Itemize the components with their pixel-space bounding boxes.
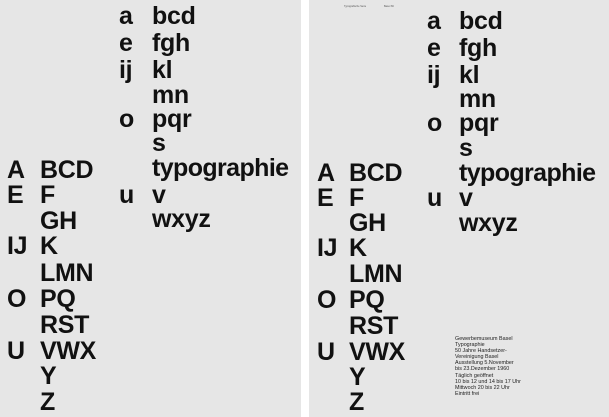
lower-vowel: a [119,2,133,30]
upper-consonants: K [349,234,367,262]
upper-consonants: VWX [40,337,97,365]
upper-vowel: A [7,156,25,184]
poster-left: a e ij o u bcd fgh kl mn pqr s typograph… [0,0,301,417]
lower-consonants: kl [152,56,173,84]
poster-header-text: Basel 66 [384,5,394,8]
upper-consonants: RST [349,312,399,340]
lower-vowel: o [427,109,442,137]
upper-consonants: LMN [40,259,94,287]
upper-vowel: IJ [7,232,28,260]
upper-consonants: BCD [349,159,403,187]
upper-vowel: A [317,159,335,187]
upper-consonants: Y [40,362,57,390]
lower-consonants: typographie [459,159,596,187]
upper-vowel: U [317,338,335,366]
lower-vowel: ij [427,61,441,89]
lower-consonants: bcd [459,7,503,35]
upper-vowel: O [317,286,337,314]
upper-consonants: Z [40,388,55,416]
upper-consonants: GH [349,209,386,237]
upper-consonants: K [40,232,58,260]
upper-consonants: VWX [349,338,406,366]
lower-consonants: bcd [152,2,196,30]
lower-consonants: wxyz [152,205,211,233]
lower-vowel: a [427,7,441,35]
lower-consonants: s [152,129,166,157]
lower-vowel: u [427,184,442,212]
upper-consonants: F [349,184,364,212]
lower-consonants: pqr [459,109,499,137]
lower-vowel: e [427,34,441,62]
lower-consonants: v [459,184,473,212]
lower-consonants: wxyz [459,209,518,237]
upper-consonants: PQ [40,285,76,313]
lower-consonants: typographie [152,154,289,182]
lower-vowel: o [119,105,134,133]
upper-vowel: IJ [317,234,338,262]
lower-vowel: u [119,181,134,209]
upper-consonants: RST [40,311,90,339]
lower-consonants: fgh [152,29,190,57]
upper-consonants: F [40,181,55,209]
upper-vowel: E [7,181,24,209]
upper-vowel: U [7,337,25,365]
upper-consonants: Z [349,388,364,416]
upper-vowel: E [317,184,334,212]
lower-consonants: s [459,134,473,162]
upper-vowel: O [7,285,27,313]
upper-consonants: BCD [40,156,94,184]
lower-vowel: ij [119,56,133,84]
poster-right: Typografische Serie Basel 66 a e ij o u … [309,0,609,417]
upper-consonants: GH [40,207,77,235]
info-line: Eintritt frei [455,390,480,397]
lower-consonants: fgh [459,34,497,62]
upper-consonants: Y [349,363,366,391]
lower-vowel: e [119,29,133,57]
exhibition-info: Gewerbemuseum Basel Typographie 50 Jahre… [455,336,575,397]
upper-consonants: PQ [349,286,385,314]
poster-header-text: Typografische Serie [344,5,367,8]
upper-consonants: LMN [349,260,403,288]
